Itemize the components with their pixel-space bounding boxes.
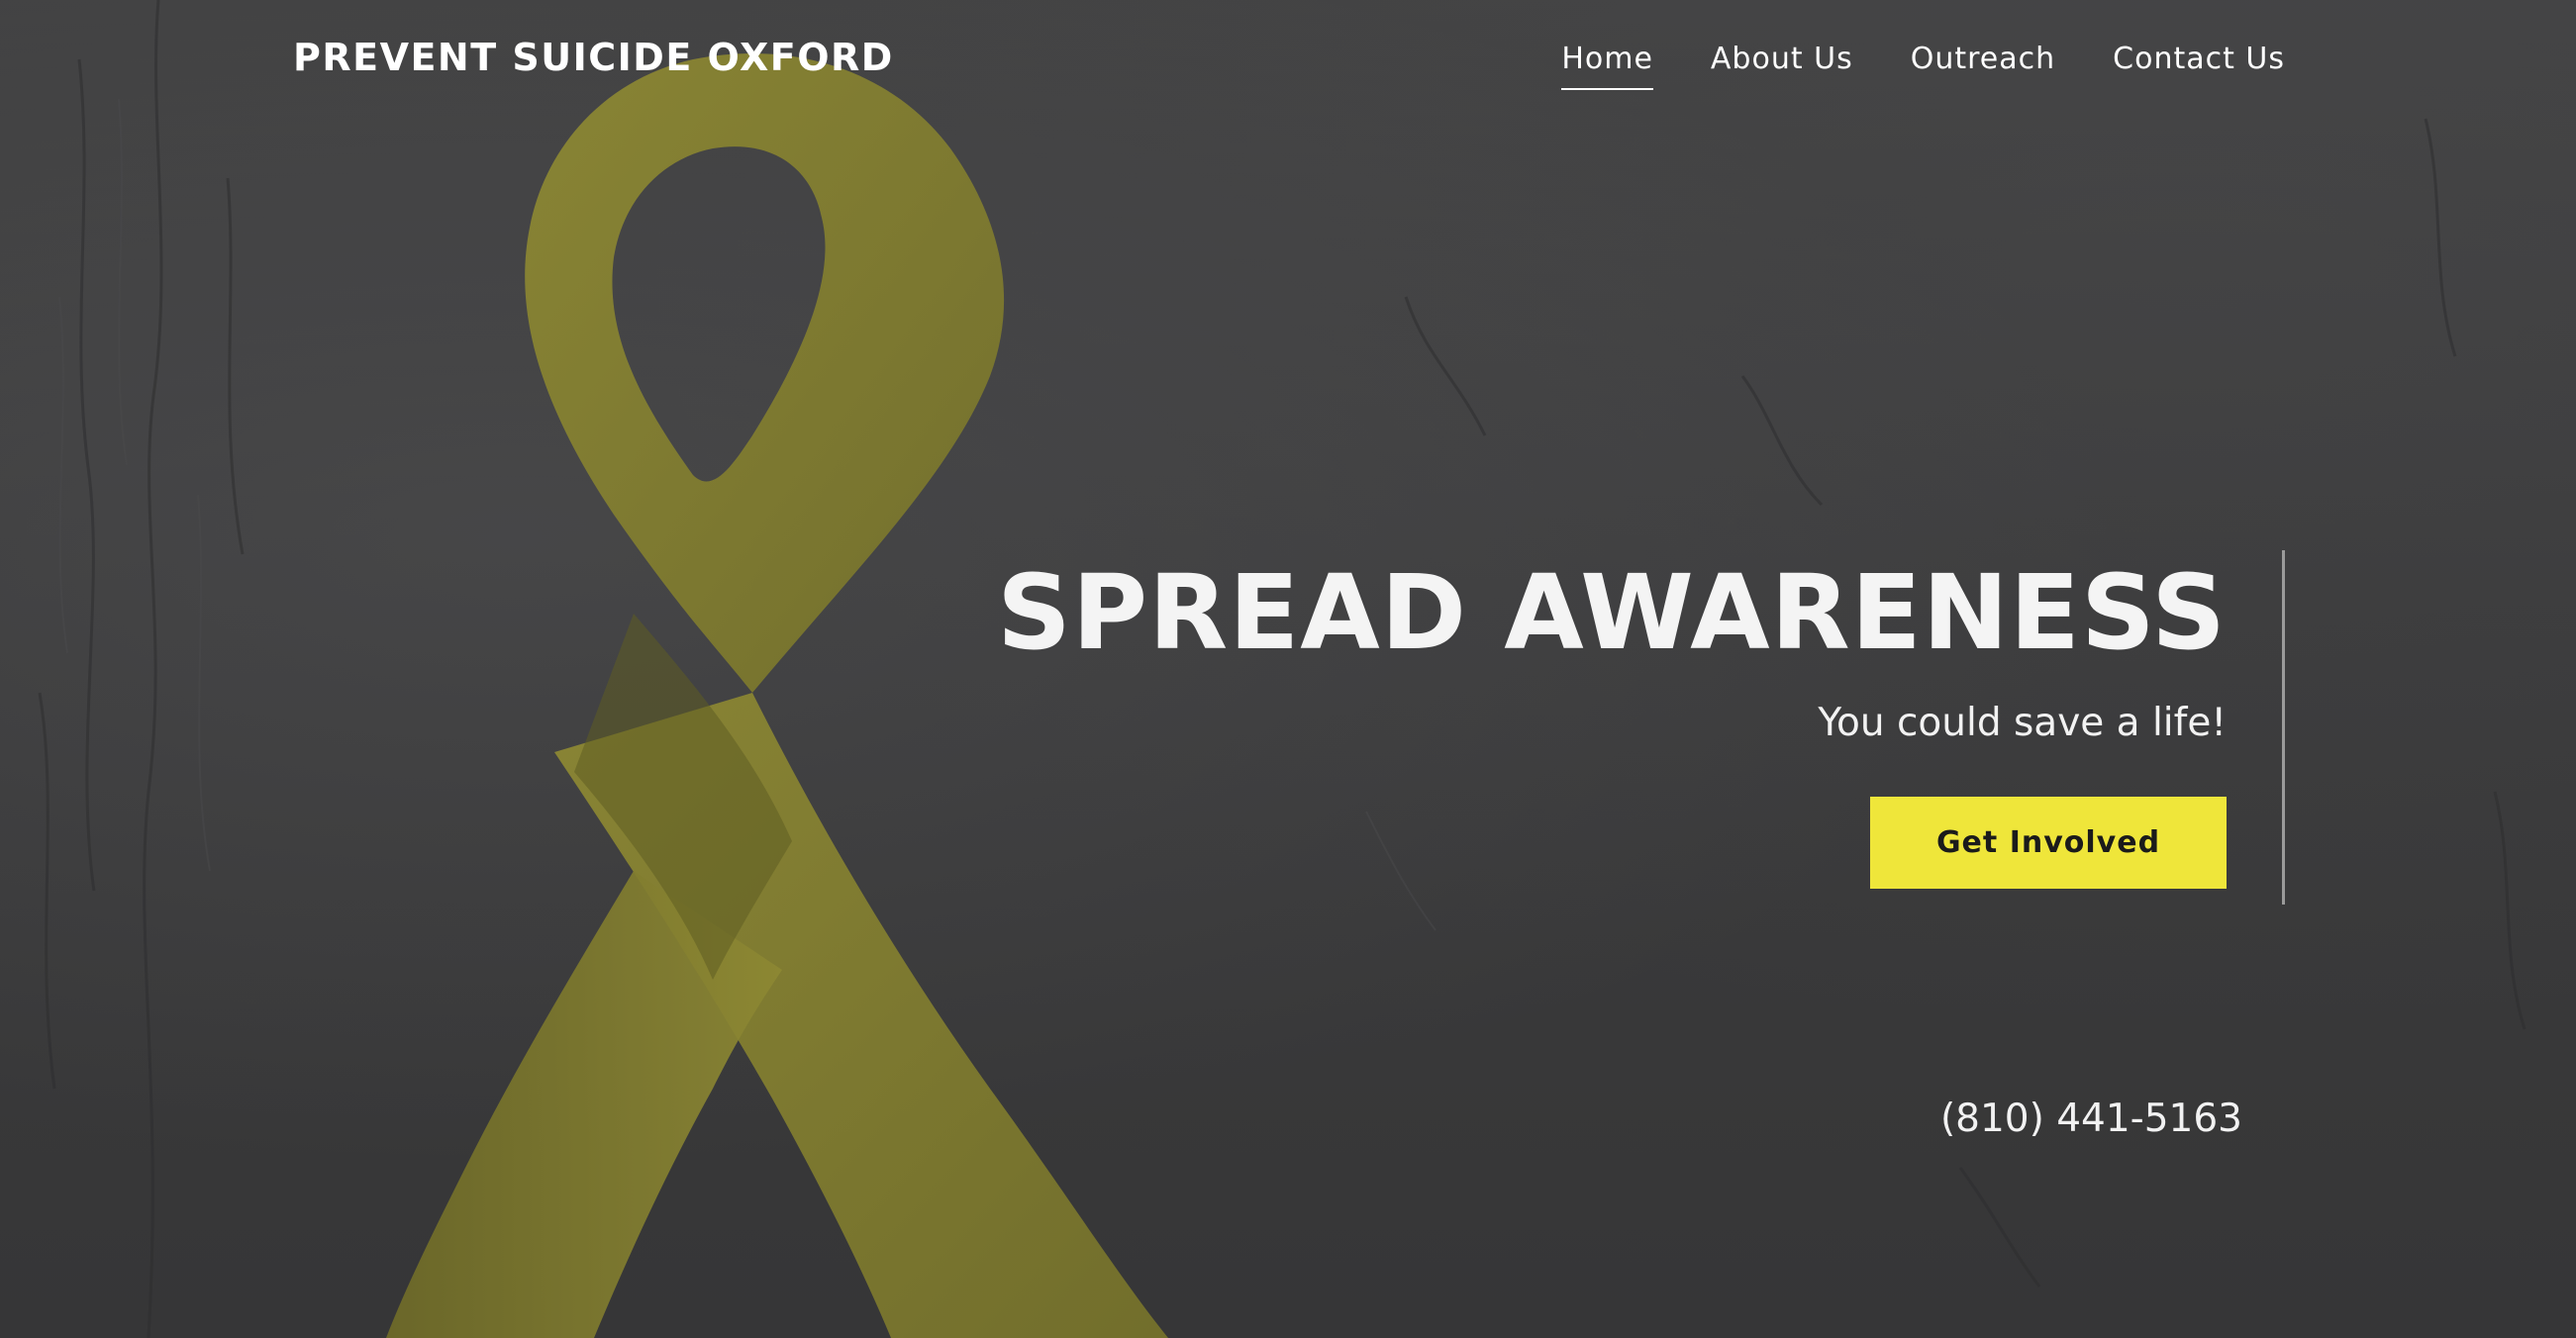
hero-title: SPREAD AWARENESS (997, 552, 2227, 673)
main-nav: Home About Us Outreach Contact Us (1561, 42, 2285, 90)
get-involved-button[interactable]: Get Involved (1870, 796, 2227, 889)
hero-section: SPREAD AWARENESS You could save a life! … (997, 552, 2227, 889)
hero-divider (2282, 550, 2285, 905)
page: PREVENT SUICIDE OXFORD Home About Us Out… (0, 0, 2576, 1338)
hero-subtitle: You could save a life! (1818, 700, 2227, 745)
phone-number[interactable]: (810) 441-5163 (1940, 1097, 2242, 1141)
site-brand[interactable]: PREVENT SUICIDE OXFORD (293, 36, 894, 79)
nav-home[interactable]: Home (1561, 42, 1653, 90)
nav-about-us[interactable]: About Us (1711, 42, 1853, 86)
nav-contact-us[interactable]: Contact Us (2113, 42, 2285, 86)
nav-outreach[interactable]: Outreach (1911, 42, 2055, 86)
